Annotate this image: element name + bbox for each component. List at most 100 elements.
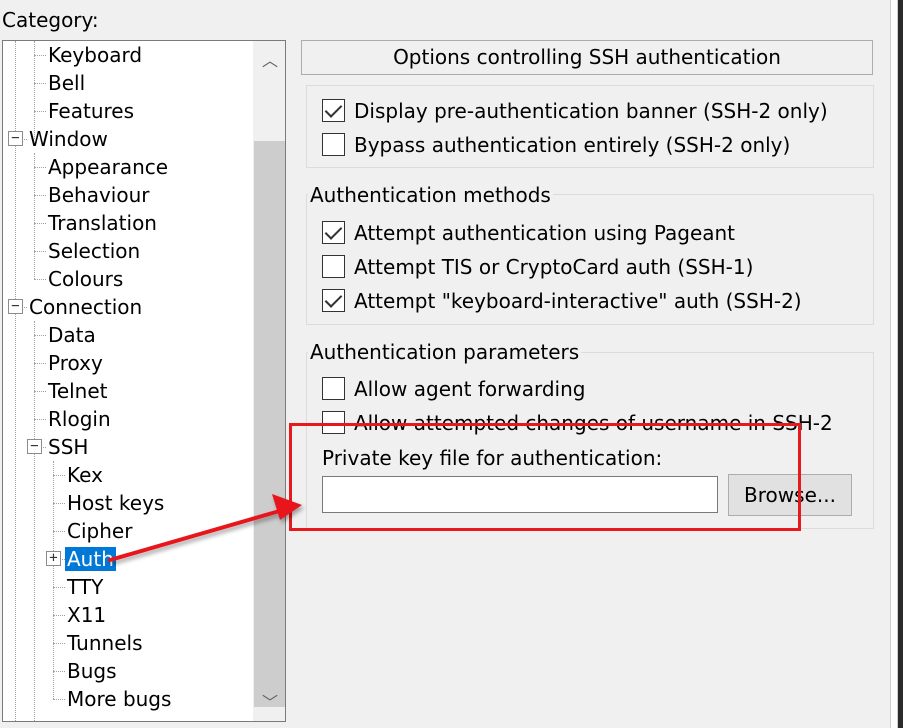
collapse-icon[interactable]: − — [8, 131, 23, 146]
tree-item-label: Selection — [48, 239, 141, 263]
tree-item-label: More bugs — [67, 687, 172, 711]
tree-connector — [34, 55, 46, 56]
tree-item-label: Translation — [48, 211, 157, 235]
tree-connector — [53, 643, 65, 644]
tree-connector — [34, 195, 46, 196]
keyboard-interactive-label: Attempt "keyboard-interactive" auth (SSH… — [354, 289, 802, 313]
collapse-icon[interactable]: − — [27, 439, 42, 454]
tree-item-label: Kex — [67, 463, 103, 487]
tree-item-label: Telnet — [48, 379, 108, 403]
tree-connector — [53, 475, 65, 476]
tree-item-x11[interactable]: X11 — [65, 601, 108, 629]
tree-item-label: Keyboard — [48, 43, 143, 67]
tree-item-label: Rlogin — [48, 407, 111, 431]
tree-item-label: Window — [29, 127, 108, 151]
agent-forwarding-checkbox[interactable] — [322, 377, 345, 400]
tree-item-label: TTY — [67, 575, 104, 599]
tree-connector — [34, 83, 46, 84]
tis-option[interactable]: Attempt TIS or CryptoCard auth (SSH-1) — [322, 254, 753, 280]
tree-item-label: Appearance — [48, 155, 169, 179]
tree-item-label: Behaviour — [48, 183, 150, 207]
display-banner-checkbox[interactable] — [322, 99, 345, 122]
tree-item-more-bugs[interactable]: More bugs — [65, 685, 173, 713]
panel-header: Options controlling SSH authentication — [301, 40, 873, 75]
tree-item-auth[interactable]: Auth — [65, 545, 116, 573]
tree-connector — [53, 671, 65, 672]
tree-connector — [34, 391, 46, 392]
expand-icon[interactable]: + — [46, 551, 61, 566]
tree-item-appearance[interactable]: Appearance — [46, 153, 170, 181]
background-window-edge — [897, 0, 903, 728]
tree-connector — [15, 41, 16, 307]
chevron-down-icon[interactable]: ﹀ — [253, 685, 285, 721]
tree-item-colours[interactable]: Colours — [46, 265, 125, 293]
tree-item-connection[interactable]: Connection — [27, 293, 144, 321]
tree-item-data[interactable]: Data — [46, 321, 98, 349]
tree-item-tty[interactable]: TTY — [65, 573, 105, 601]
tree-connector — [34, 321, 35, 721]
tree-item-window[interactable]: Window — [27, 125, 110, 153]
tree-connector — [34, 363, 46, 364]
tree-item-label: Bell — [48, 71, 86, 95]
tree-item-label: Features — [48, 99, 134, 123]
tree-connector — [34, 279, 46, 280]
tree-connector — [53, 503, 65, 504]
tree-connector — [53, 587, 65, 588]
tree-item-proxy[interactable]: Proxy — [46, 349, 105, 377]
tree-item-label: Connection — [29, 295, 143, 319]
tree-item-keyboard[interactable]: Keyboard — [46, 41, 144, 69]
tree-item-ssh[interactable]: SSH — [46, 433, 90, 461]
tree-connector — [53, 461, 54, 699]
tree-connector — [53, 531, 65, 532]
keyboard-interactive-option[interactable]: Attempt "keyboard-interactive" auth (SSH… — [322, 288, 802, 314]
tree-connector — [15, 307, 16, 721]
category-tree[interactable]: ︿ ﹀ Keyboard Bell Features Window − Appearanc… — [2, 40, 286, 722]
pageant-option[interactable]: Attempt authentication using Pageant — [322, 220, 735, 246]
display-banner-label: Display pre-authentication banner (SSH-2… — [354, 99, 828, 123]
tree-item-cipher[interactable]: Cipher — [65, 517, 134, 545]
tree-scrollbar[interactable]: ︿ ﹀ — [253, 41, 285, 721]
keyboard-interactive-checkbox[interactable] — [322, 289, 345, 312]
tree-item-bell[interactable]: Bell — [46, 69, 87, 97]
display-banner-option[interactable]: Display pre-authentication banner (SSH-2… — [322, 98, 828, 124]
tree-item-telnet[interactable]: Telnet — [46, 377, 110, 405]
bypass-auth-checkbox[interactable] — [322, 133, 345, 156]
tree-item-label: X11 — [67, 603, 107, 627]
tree-connector — [34, 153, 35, 279]
category-label: Category: — [2, 8, 99, 32]
tree-connector — [34, 167, 46, 168]
tis-label: Attempt TIS or CryptoCard auth (SSH-1) — [354, 255, 754, 279]
tree-item-label: Proxy — [48, 351, 103, 375]
agent-forwarding-option[interactable]: Allow agent forwarding — [322, 376, 585, 402]
bypass-auth-option[interactable]: Bypass authentication entirely (SSH-2 on… — [322, 132, 790, 158]
tree-connector — [34, 251, 46, 252]
tree-item-rlogin[interactable]: Rlogin — [46, 405, 113, 433]
tree-item-selection[interactable]: Selection — [46, 237, 142, 265]
tree-item-behaviour[interactable]: Behaviour — [46, 181, 151, 209]
tree-item-features[interactable]: Features — [46, 97, 136, 125]
tree-connector — [34, 419, 46, 420]
tree-item-label: Tunnels — [67, 631, 143, 655]
tree-item-label: Bugs — [67, 659, 117, 683]
tree-connector — [34, 223, 46, 224]
pageant-label: Attempt authentication using Pageant — [354, 221, 736, 245]
auth-methods-title: Authentication methods — [308, 183, 553, 207]
tree-item-label: Colours — [48, 267, 124, 291]
tree-connector — [34, 335, 46, 336]
bypass-auth-label: Bypass authentication entirely (SSH-2 on… — [354, 133, 791, 157]
tree-item-tunnels[interactable]: Tunnels — [65, 629, 145, 657]
tree-item-label: Host keys — [67, 491, 165, 515]
annotation-highlight-box — [289, 423, 801, 531]
tree-connector — [53, 615, 65, 616]
pageant-checkbox[interactable] — [322, 221, 345, 244]
collapse-icon[interactable]: − — [8, 299, 23, 314]
chevron-up-icon[interactable]: ︿ — [253, 43, 285, 79]
tree-connector — [53, 699, 65, 700]
tis-checkbox[interactable] — [322, 255, 345, 278]
tree-item-bugs[interactable]: Bugs — [65, 657, 119, 685]
agent-forwarding-label: Allow agent forwarding — [354, 377, 586, 401]
tree-item-kex[interactable]: Kex — [65, 461, 105, 489]
tree-item-translation[interactable]: Translation — [46, 209, 159, 237]
scroll-thumb[interactable] — [254, 141, 285, 707]
tree-item-host-keys[interactable]: Host keys — [65, 489, 166, 517]
